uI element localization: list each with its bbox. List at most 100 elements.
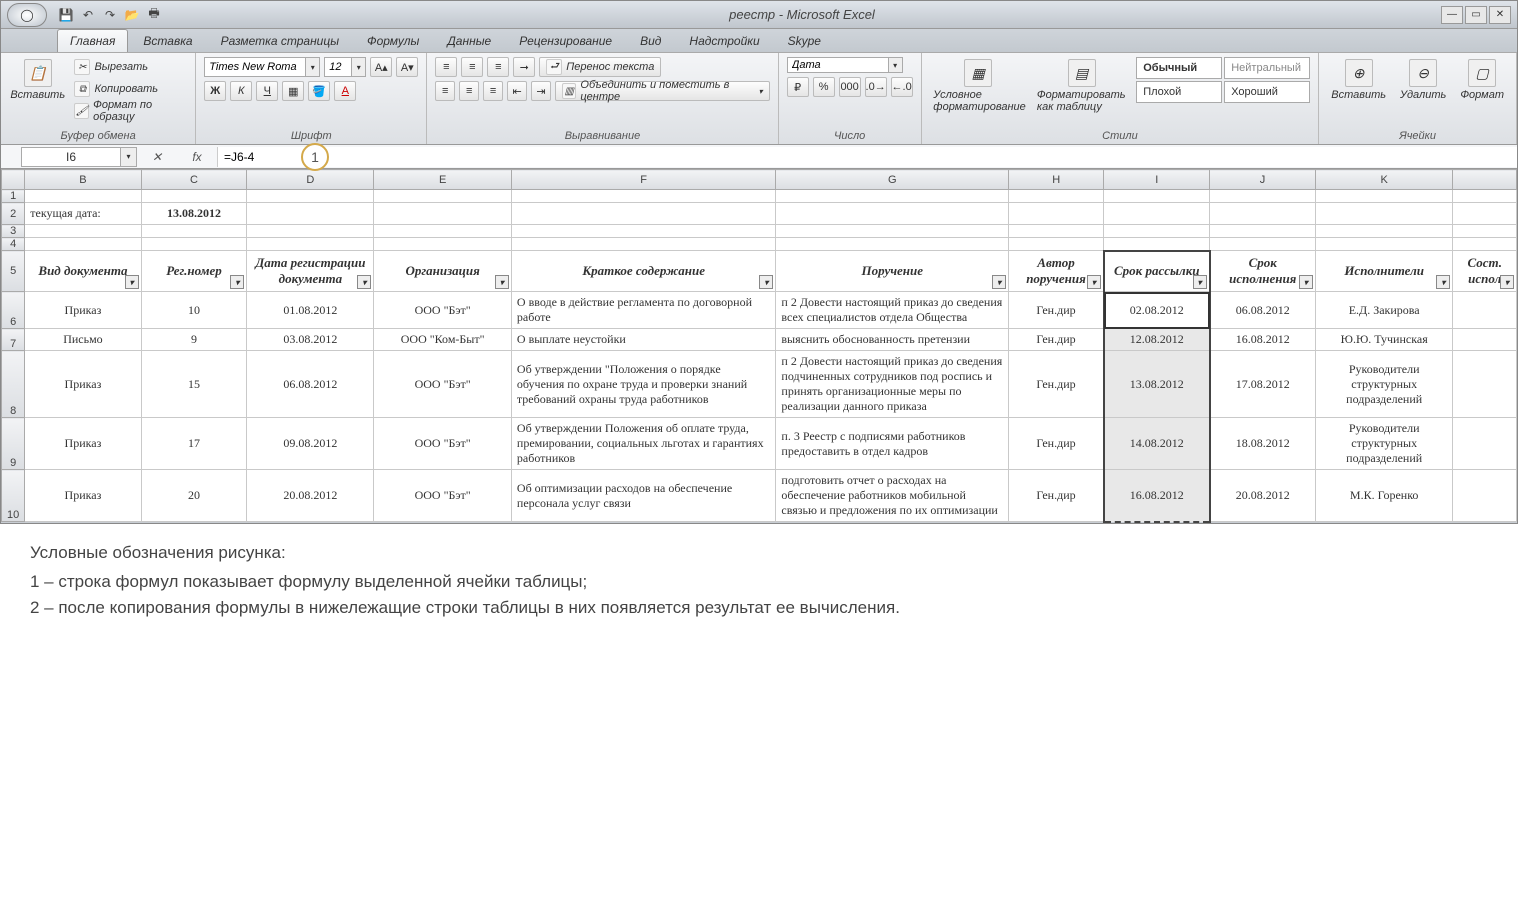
cell[interactable]: Руководители структурных подразделений — [1315, 418, 1453, 470]
percent-button[interactable]: % — [813, 77, 835, 97]
orientation-button[interactable]: ⭢ — [513, 57, 535, 77]
cell[interactable]: Об утверждении Положения об оплате труда… — [511, 418, 775, 470]
worksheet-grid[interactable]: BCDEFGHIJK12текущая дата:13.08.2012345Ви… — [1, 169, 1517, 523]
column-header[interactable] — [2, 170, 25, 190]
filter-icon[interactable]: ▾ — [992, 275, 1006, 289]
font-name-combo[interactable]: ▾ — [204, 57, 320, 77]
style-neutral[interactable]: Нейтральный — [1224, 57, 1310, 79]
cell[interactable]: Приказ — [25, 470, 141, 522]
qat-undo[interactable]: ↶ — [79, 6, 97, 24]
insert-cells-button[interactable]: ⊕Вставить — [1327, 57, 1390, 103]
cell[interactable]: ООО "Ком-Быт" — [374, 329, 512, 351]
cell[interactable]: ООО "Бэт" — [374, 351, 512, 418]
cell[interactable]: Ген.дир — [1009, 329, 1104, 351]
cell[interactable]: Письмо — [25, 329, 141, 351]
close-button[interactable]: ✕ — [1489, 6, 1511, 24]
format-painter-button[interactable]: 🖌Формат по образцу — [72, 101, 187, 121]
row-header[interactable]: 6 — [2, 292, 25, 329]
cell[interactable] — [1210, 238, 1316, 251]
cell[interactable] — [141, 238, 247, 251]
cell[interactable] — [25, 190, 141, 203]
filter-icon[interactable]: ▾ — [125, 275, 139, 289]
cell[interactable] — [776, 203, 1009, 225]
cell[interactable] — [1104, 238, 1210, 251]
cell[interactable] — [374, 225, 512, 238]
cell[interactable] — [1453, 190, 1517, 203]
cell[interactable]: О вводе в действие регламента по договор… — [511, 292, 775, 329]
font-color-button[interactable]: A — [334, 81, 356, 101]
filter-icon[interactable]: ▾ — [1299, 275, 1313, 289]
tab-review[interactable]: Рецензирование — [506, 29, 625, 52]
format-cells-button[interactable]: ▢Формат — [1456, 57, 1508, 103]
column-header[interactable]: H — [1009, 170, 1104, 190]
row-header[interactable]: 1 — [2, 190, 25, 203]
column-header[interactable]: B — [25, 170, 141, 190]
cell[interactable] — [1453, 203, 1517, 225]
column-header[interactable]: F — [511, 170, 775, 190]
cell[interactable] — [1315, 203, 1453, 225]
column-header[interactable]: C — [141, 170, 247, 190]
cell[interactable]: п. 3 Реестр с подписями работников предо… — [776, 418, 1009, 470]
qat-open[interactable]: 📂 — [123, 6, 141, 24]
cell[interactable]: Руководители структурных подразделений — [1315, 351, 1453, 418]
cell[interactable]: 10 — [141, 292, 247, 329]
cell[interactable]: п 2 Довести настоящий приказ до сведения… — [776, 351, 1009, 418]
table-header[interactable]: Рег.номер▾ — [141, 251, 247, 292]
cell[interactable] — [247, 225, 374, 238]
style-normal[interactable]: Обычный — [1136, 57, 1222, 79]
cell[interactable]: 12.08.2012 — [1104, 329, 1210, 351]
cell[interactable]: 16.08.2012 — [1104, 470, 1210, 522]
column-header[interactable]: E — [374, 170, 512, 190]
cell[interactable] — [511, 238, 775, 251]
table-header[interactable]: Автор поручения▾ — [1009, 251, 1104, 292]
cell[interactable]: ООО "Бэт" — [374, 470, 512, 522]
cell[interactable] — [247, 238, 374, 251]
cell[interactable]: 9 — [141, 329, 247, 351]
cell[interactable] — [511, 203, 775, 225]
cell[interactable] — [1453, 225, 1517, 238]
fx-button[interactable]: fx — [183, 147, 211, 167]
align-middle-button[interactable]: ≡ — [461, 57, 483, 77]
cell[interactable] — [1009, 225, 1104, 238]
table-header[interactable]: Вид документа▾ — [25, 251, 141, 292]
cell[interactable]: 17 — [141, 418, 247, 470]
filter-icon[interactable]: ▾ — [759, 275, 773, 289]
cell[interactable]: Приказ — [25, 292, 141, 329]
tab-formulas[interactable]: Формулы — [354, 29, 432, 52]
decrease-decimal-button[interactable]: ←.0 — [891, 77, 913, 97]
fill-color-button[interactable]: 🪣 — [308, 81, 330, 101]
formula-bar[interactable] — [217, 147, 1517, 167]
column-header[interactable]: G — [776, 170, 1009, 190]
cell[interactable]: Об оптимизации расходов на обеспечение п… — [511, 470, 775, 522]
decrease-font-button[interactable]: A▾ — [396, 57, 418, 77]
column-header[interactable]: D — [247, 170, 374, 190]
cell[interactable] — [1453, 351, 1517, 418]
cell[interactable]: 03.08.2012 — [247, 329, 374, 351]
cell[interactable]: Приказ — [25, 418, 141, 470]
table-header[interactable]: Поручение▾ — [776, 251, 1009, 292]
cell[interactable] — [25, 225, 141, 238]
row-header[interactable]: 2 — [2, 203, 25, 225]
minimize-button[interactable]: — — [1441, 6, 1463, 24]
increase-decimal-button[interactable]: .0→ — [865, 77, 887, 97]
number-format-combo[interactable]: ▾ — [787, 57, 903, 73]
cell[interactable] — [1210, 225, 1316, 238]
row-header[interactable]: 8 — [2, 351, 25, 418]
cell[interactable]: 18.08.2012 — [1210, 418, 1316, 470]
cell[interactable]: 06.08.2012 — [247, 351, 374, 418]
cell[interactable]: 01.08.2012 — [247, 292, 374, 329]
cell[interactable]: п 2 Довести настоящий приказ до сведения… — [776, 292, 1009, 329]
cell[interactable] — [25, 238, 141, 251]
cell[interactable]: ООО "Бэт" — [374, 418, 512, 470]
cell[interactable] — [247, 190, 374, 203]
tab-insert[interactable]: Вставка — [130, 29, 205, 52]
bold-button[interactable]: Ж — [204, 81, 226, 101]
conditional-formatting-button[interactable]: ▦Условное форматирование — [930, 57, 1027, 115]
filter-icon[interactable]: ▾ — [357, 275, 371, 289]
cell[interactable]: ООО "Бэт" — [374, 292, 512, 329]
column-header[interactable] — [1453, 170, 1517, 190]
filter-icon[interactable]: ▾ — [1500, 275, 1514, 289]
currency-button[interactable]: ₽ — [787, 77, 809, 97]
column-header[interactable]: K — [1315, 170, 1453, 190]
align-left-button[interactable]: ≡ — [435, 81, 455, 101]
